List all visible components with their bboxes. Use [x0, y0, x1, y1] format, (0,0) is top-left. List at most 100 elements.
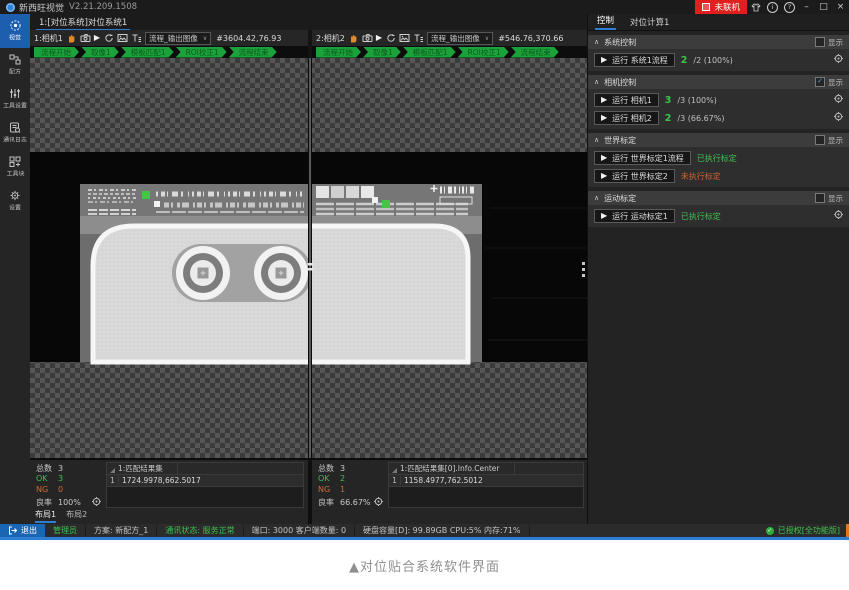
run-world-calib1-button[interactable]: ▶运行 世界标定1流程	[594, 151, 691, 165]
offline-badge[interactable]: 未联机	[695, 0, 747, 14]
sidebar: 视觉 配方 工具设置 通讯日志 工具块	[0, 14, 30, 524]
section-header: ∧ 运动标定 显示	[588, 191, 849, 205]
title-bar: 新西旺视觉 V2.21.209.1508 未联机 i ? – □ ×	[0, 0, 849, 14]
text-overlay-icon[interactable]	[413, 33, 424, 44]
tab-alignment-calc[interactable]: 对位计算1	[628, 16, 671, 30]
camera2-output-value: 流程_输出图像	[431, 33, 480, 44]
gear-icon	[9, 190, 21, 201]
layout-tabs: 布局1 布局2	[35, 509, 87, 523]
control-panel: 控制 对位计算1 ∧ 系统控制 显示 ▶运行 系统1流程 2 /2 (100%)	[587, 14, 849, 524]
flow-step[interactable]: 流程结束	[229, 47, 277, 58]
flow-step[interactable]: ROI校正1	[176, 47, 227, 58]
row-gear-icon[interactable]	[834, 210, 843, 222]
license-check-icon: ✓	[766, 527, 774, 535]
flow-step[interactable]: 取像1	[81, 47, 119, 58]
camera1-output-select[interactable]: 流程_输出图像 ∨	[145, 32, 211, 45]
row-gear-icon[interactable]	[834, 94, 843, 106]
collapse-icon[interactable]: ∧	[594, 136, 599, 144]
info-icon[interactable]: i	[764, 0, 781, 14]
sidebar-label: 工具设置	[3, 101, 27, 110]
show-checkbox[interactable]: ✓显示	[815, 77, 843, 88]
show-checkbox[interactable]: 显示	[815, 37, 843, 48]
exit-button[interactable]: 退出	[0, 524, 45, 537]
hand-grab-icon[interactable]	[348, 33, 359, 44]
show-checkbox[interactable]: 显示	[815, 135, 843, 146]
sidebar-item-comm-log[interactable]: 通讯日志	[0, 116, 30, 150]
sidebar-item-tool-block[interactable]: 工具块	[0, 150, 30, 184]
image-view-icon[interactable]	[117, 33, 128, 44]
help-icon[interactable]: ?	[781, 0, 798, 14]
section-header: ∧ 相机控制 ✓显示	[588, 75, 849, 89]
run-flow-icon[interactable]: ▶	[94, 33, 100, 43]
stats-gear-icon[interactable]	[92, 497, 101, 509]
section-world-calibration: ∧ 世界标定 显示 ▶运行 世界标定1流程 已执行标定 ▶运行 世界标定2 未执…	[588, 133, 849, 187]
tab-control[interactable]: 控制	[595, 14, 616, 30]
loop-run-icon[interactable]	[385, 33, 396, 44]
loop-run-icon[interactable]	[103, 33, 114, 44]
row-gear-icon[interactable]	[834, 112, 843, 124]
camera1-output-value: 流程_输出图像	[149, 33, 198, 44]
run-flow-icon[interactable]: ▶	[376, 33, 382, 43]
run-camera1-button[interactable]: ▶运行 相机1	[594, 93, 659, 107]
flow-step[interactable]: 模板匹配1	[121, 47, 174, 58]
tab-layout2[interactable]: 布局2	[66, 509, 87, 523]
camera2-output-select[interactable]: 流程_输出图像 ∨	[427, 32, 493, 45]
camera1-flow-chips: 流程开始 取像1 模板匹配1 ROI校正1 流程结束	[30, 46, 308, 58]
row-gear-icon[interactable]	[834, 54, 843, 66]
flow-step[interactable]: 流程开始	[34, 47, 79, 58]
camera-icon[interactable]	[80, 33, 91, 44]
run-camera2-button[interactable]: ▶运行 相机2	[594, 111, 659, 125]
flow-step[interactable]: ROI校正1	[458, 47, 509, 58]
text-overlay-icon[interactable]	[131, 33, 142, 44]
close-button[interactable]: ×	[832, 0, 849, 14]
camera-image-viewport[interactable]	[30, 58, 587, 458]
panel-splitter-handle[interactable]	[582, 262, 585, 277]
sidebar-item-vision[interactable]: 视觉	[0, 14, 30, 48]
titlebar-controls: 未联机 i ? – □ ×	[695, 0, 849, 14]
flow-step[interactable]: 流程开始	[316, 47, 361, 58]
camera-icon[interactable]	[362, 33, 373, 44]
screenshot-stage: 新西旺视觉 V2.21.209.1508 未联机 i ? – □ × 视觉	[0, 0, 849, 590]
show-checkbox[interactable]: 显示	[815, 193, 843, 204]
camera1-results-panel: 总数3 OK3 NG0 良率100% 1:匹配结果集 1 1724.9978,6…	[30, 460, 308, 524]
product-image	[80, 184, 482, 362]
flow-step[interactable]: 取像1	[363, 47, 401, 58]
table-corner-icon	[110, 468, 115, 473]
table-row[interactable]: 1 1158.4977,762.5012	[389, 475, 583, 487]
run-world-calib2-button[interactable]: ▶运行 世界标定2	[594, 169, 675, 183]
section-header: ∧ 系统控制 显示	[588, 35, 849, 49]
collapse-icon[interactable]: ∧	[594, 194, 599, 202]
camera2-toolbar: 2:相机2 ▶ 流程_输出图像 ∨	[312, 30, 587, 46]
play-icon: ▶	[601, 153, 607, 163]
sliders-icon	[9, 88, 21, 99]
run-row: ▶运行 运动标定1 已执行标定	[594, 209, 843, 223]
run-motion-calib1-button[interactable]: ▶运行 运动标定1	[594, 209, 675, 223]
tab-alignment-system[interactable]: 1:[对位系统]对位系统1	[36, 14, 130, 31]
run-count: 2	[681, 55, 688, 66]
collapse-icon[interactable]: ∧	[594, 78, 599, 86]
image-view-icon[interactable]	[399, 33, 410, 44]
offline-square-icon	[702, 3, 710, 11]
sidebar-item-tool-settings[interactable]: 工具设置	[0, 82, 30, 116]
flow-step[interactable]: 流程结束	[511, 47, 559, 58]
table-row[interactable]: 1 1724.9978,662.5017	[107, 475, 303, 487]
camera2-cursor-coords: #546.76,370.66	[498, 34, 563, 43]
calib-status: 未执行标定	[681, 171, 721, 182]
stats-gear-icon[interactable]	[374, 497, 383, 509]
collapse-icon[interactable]: ∧	[594, 38, 599, 46]
play-icon: ▶	[601, 95, 607, 105]
hand-grab-icon[interactable]	[66, 33, 77, 44]
blocks-icon	[9, 156, 21, 167]
match-marker-green	[142, 191, 150, 199]
section-title: 相机控制	[604, 77, 636, 88]
flow-step[interactable]: 模板匹配1	[403, 47, 456, 58]
theme-icon[interactable]	[747, 0, 764, 14]
sidebar-item-settings[interactable]: 设置	[0, 184, 30, 218]
tab-layout1[interactable]: 布局1	[35, 509, 56, 523]
sidebar-item-recipe[interactable]: 配方	[0, 48, 30, 82]
play-icon: ▶	[601, 171, 607, 181]
control-panel-tabbar: 控制 对位计算1	[588, 14, 849, 31]
minimize-button[interactable]: –	[798, 0, 815, 14]
maximize-button[interactable]: □	[815, 0, 832, 14]
run-system1-button[interactable]: ▶运行 系统1流程	[594, 53, 675, 67]
